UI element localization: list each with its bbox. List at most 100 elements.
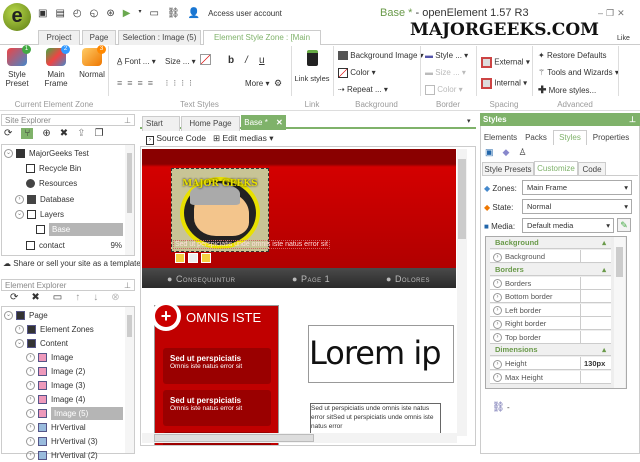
- tree-item-recycle-bin[interactable]: Recycle Bin: [26, 162, 81, 175]
- text-color-button[interactable]: [200, 54, 211, 65]
- source-code-button[interactable]: › Source Code: [146, 133, 206, 145]
- pin-icon[interactable]: ⊥: [629, 113, 636, 126]
- lorem-heading[interactable]: Lorem ip: [308, 325, 454, 383]
- styles-subtab-code[interactable]: Code: [578, 162, 606, 175]
- edit-icon[interactable]: [188, 253, 198, 263]
- expand-icon[interactable]: ›: [493, 333, 502, 343]
- grid-category[interactable]: Background ▴: [490, 237, 611, 249]
- tab-project[interactable]: Project: [38, 30, 80, 45]
- card[interactable]: Sed ut perspiciatis Omnis iste natus erro…: [163, 390, 271, 426]
- close-tab-icon[interactable]: ✕: [276, 118, 283, 127]
- eraser-icon[interactable]: ◆: [503, 147, 510, 158]
- grid-row[interactable]: › Right border: [490, 317, 611, 330]
- move-down-icon[interactable]: ↓: [93, 292, 98, 303]
- save-all-icon[interactable]: ▤: [55, 8, 64, 19]
- expand-icon[interactable]: ›: [493, 252, 502, 262]
- expand-icon[interactable]: ›: [26, 409, 35, 419]
- sitemap-icon[interactable]: ⑂: [21, 128, 34, 139]
- styles-tab-styles[interactable]: Styles: [553, 130, 587, 145]
- restore-button[interactable]: ❐: [606, 8, 614, 19]
- italic-button[interactable]: /: [245, 55, 248, 66]
- element-tree-scrollbar[interactable]: [125, 307, 134, 453]
- expand-icon[interactable]: ›: [493, 319, 502, 329]
- move-up-icon[interactable]: ↑: [75, 292, 80, 303]
- nav-page-1[interactable]: ● Page 1: [292, 272, 330, 286]
- underline-button[interactable]: u: [259, 55, 265, 66]
- link-chain-icon[interactable]: ⛓: [492, 402, 505, 413]
- refresh-icon[interactable]: ⟳: [10, 292, 18, 303]
- element-tree-item[interactable]: › Image (3): [26, 379, 85, 392]
- element-tree-item[interactable]: ⌄ Content: [15, 337, 68, 350]
- delete-icon[interactable]: ✖: [31, 292, 39, 303]
- bucket-icon[interactable]: ♙: [518, 147, 526, 158]
- grid-category[interactable]: Dimensions ▴: [490, 344, 611, 356]
- expand-icon[interactable]: ›: [26, 353, 35, 363]
- expand-icon[interactable]: ›: [26, 437, 35, 447]
- zones-select[interactable]: Main Frame ▾: [522, 180, 632, 195]
- styles-tab-properties[interactable]: Properties: [588, 130, 634, 145]
- link-styles-button[interactable]: Link styles: [294, 50, 330, 83]
- expand-icon[interactable]: ›: [493, 306, 502, 316]
- format-painter-icon[interactable]: ⚙: [274, 78, 282, 89]
- canvas[interactable]: MAJOR GEEKS Sed ut perspiciatis unde omn…: [140, 146, 476, 446]
- external-spacing-button[interactable]: External ▾: [481, 57, 530, 68]
- bold-button[interactable]: b: [228, 55, 234, 66]
- expand-icon[interactable]: ⌄: [15, 339, 24, 349]
- edit-media-button[interactable]: ✎: [617, 218, 631, 232]
- refresh-icon[interactable]: ⟳: [4, 128, 12, 139]
- grid-row[interactable]: › Background: [490, 250, 611, 263]
- tab-element-style-zone[interactable]: Element Style Zone : [Main Frame]: [203, 30, 321, 56]
- expand-icon[interactable]: ›: [26, 451, 35, 461]
- element-tree-item[interactable]: › HrVertival (3): [26, 435, 98, 448]
- expand-icon[interactable]: ›: [493, 292, 502, 302]
- collapse-icon[interactable]: ⊗: [111, 292, 119, 303]
- doc-tab-base[interactable]: Base * ✕: [241, 115, 286, 130]
- save-icon[interactable]: ▣: [38, 8, 47, 19]
- expand-icon[interactable]: ›: [26, 367, 35, 377]
- element-tree-item[interactable]: › HrVertival: [26, 421, 86, 434]
- grid-row[interactable]: › Max Height: [490, 370, 611, 384]
- zoom-plus-icon[interactable]: +: [151, 301, 181, 331]
- element-tree-item[interactable]: › Image (5): [26, 407, 123, 420]
- restore-defaults-button[interactable]: ✦ Restore Defaults: [538, 51, 607, 60]
- styles-subtab-style-presets[interactable]: Style Presets: [482, 162, 534, 175]
- tree-item-resources[interactable]: Resources: [26, 177, 77, 190]
- normal-state-button[interactable]: 3 Normal: [79, 45, 106, 79]
- delete-icon[interactable]: ✖: [60, 128, 68, 139]
- upload-icon[interactable]: ⇪: [77, 128, 85, 139]
- app-logo[interactable]: e: [3, 3, 31, 31]
- tree-item-layers[interactable]: ⌄ Layers: [15, 208, 64, 221]
- style-preset-button[interactable]: 1 Style Preset: [4, 45, 31, 88]
- expand-icon[interactable]: ›: [26, 395, 35, 405]
- nav-consequuntur[interactable]: ● Consequuntur: [167, 272, 235, 286]
- element-tree-item[interactable]: › HrVertival (2): [26, 449, 98, 462]
- tabs-dropdown-icon[interactable]: ▾: [467, 117, 471, 125]
- pin-icon[interactable]: ⊥: [124, 280, 131, 292]
- tools-wizards-button[interactable]: ⚚ Tools and Wizards ▾: [538, 68, 619, 77]
- expand-icon[interactable]: ›: [493, 373, 502, 383]
- media-select[interactable]: Default media ▾: [522, 218, 614, 233]
- border-style-button[interactable]: ▬ Style ... ▾: [425, 51, 468, 60]
- nav-dolores[interactable]: ● Dolores: [386, 272, 430, 286]
- card[interactable]: Sed ut perspiciatis Omnis iste natus erro…: [163, 348, 271, 384]
- rename-icon[interactable]: ▭: [53, 292, 62, 303]
- state-select[interactable]: Normal ▾: [522, 199, 632, 214]
- collapse-arrow-icon[interactable]: ▴: [602, 237, 606, 249]
- expand-icon[interactable]: ⌄: [4, 311, 13, 321]
- canvas-vscrollbar[interactable]: [457, 149, 467, 436]
- grid-row[interactable]: › Left border: [490, 303, 611, 317]
- tree-item-contact[interactable]: contact 9%: [26, 239, 122, 252]
- caption-text[interactable]: Sed ut perspiciatis unde omnis iste natu…: [173, 240, 330, 249]
- more-styles-button[interactable]: ✚ More styles...: [538, 85, 596, 96]
- font-dropdown[interactable]: A̲ Font ... ▾: [117, 57, 156, 66]
- grid-row[interactable]: › Top border: [490, 330, 611, 344]
- canvas-hscrollbar[interactable]: [142, 433, 457, 443]
- account-button[interactable]: Access user account: [208, 9, 282, 19]
- tree-item-base[interactable]: Base: [36, 223, 123, 236]
- paragraph-text[interactable]: Sed ut perspiciatis unde omnis iste natu…: [310, 403, 441, 435]
- main-frame-button[interactable]: 2 Main Frame: [37, 45, 75, 88]
- grid-row[interactable]: › Borders: [490, 276, 611, 290]
- edit-medias-button[interactable]: ⊞ Edit medias ▾: [213, 133, 274, 144]
- pin-icon[interactable]: ⊥: [124, 115, 131, 127]
- publish-icon[interactable]: ⊛: [106, 8, 114, 19]
